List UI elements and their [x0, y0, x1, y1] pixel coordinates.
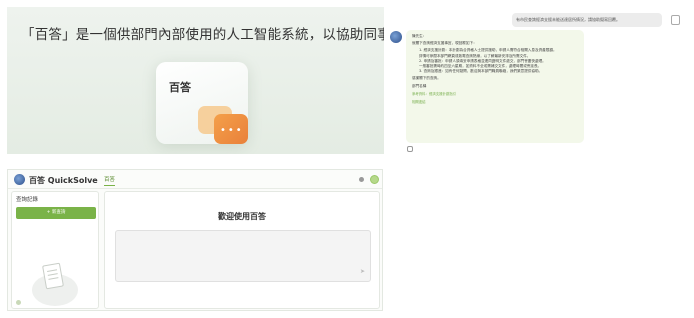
app-logo [14, 174, 25, 185]
related-link[interactable]: 相關連結 [412, 100, 578, 105]
sidebar-footer-icon[interactable] [16, 300, 21, 305]
doc-line [47, 273, 58, 276]
send-icon[interactable]: ➤ [360, 268, 365, 275]
bot-signoff: 部門名稱 [412, 83, 427, 88]
bot-greeting: 陳先生： [412, 34, 427, 38]
user-message-row: 有市民查詢經濟支援未能送達居所情況，請協助擬寫回覆。 [512, 13, 680, 27]
document-icon [42, 262, 64, 290]
tab-baida[interactable]: 百答 [104, 175, 116, 186]
bot-point: 3. 查詢及跟進：如有任何疑問，歡迎與本部門職員聯絡，我們樂意提供協助。 [419, 69, 543, 74]
header-divider [8, 188, 382, 189]
app-title: 百答 QuickSolve [29, 176, 98, 185]
doc-line [48, 277, 59, 280]
chat-transcript: 有市民查詢經濟支援未能送達居所情況，請協助擬寫回覆。 陳先生： 就閣下查詢經濟支… [388, 7, 688, 155]
user-message: 有市民查詢經濟支援未能送達居所情況，請協助擬寫回覆。 [512, 13, 662, 27]
chat-bubble-icon: ••• [214, 114, 248, 144]
bot-reply: 陳先生： 就閣下查詢經濟支援事宜，現回覆如下： 1. 經濟支援計劃：本計劃為合資… [406, 30, 584, 143]
settings-icon[interactable] [359, 177, 364, 182]
bot-avatar [390, 31, 402, 43]
bot-closing: 感謝閣下的查詢。 [412, 76, 441, 81]
hero-banner: 「百答」是一個供部門內部使用的人工智能系統，以協助同事回覆書面公眾查詢。 百答 … [7, 7, 384, 154]
hero-card: 百答 ••• [156, 62, 248, 144]
help-icon[interactable] [370, 175, 379, 184]
hero-card-title: 百答 [169, 81, 191, 94]
history-label: 查詢記錄 [16, 197, 39, 203]
reference-link[interactable]: 參考資料：經濟支援計劃指引 [412, 92, 578, 97]
bot-point: 1. 經濟支援計劃：本計劃為合資格人士提供援助，申請人需符合相關入息及資產限額。 [419, 48, 557, 53]
bot-intro: 就閣下查詢經濟支援事宜，現回覆如下： [412, 41, 477, 46]
new-query-button[interactable]: + 新查詢 [16, 207, 96, 219]
document-illustration [32, 262, 78, 306]
main-panel: 歡迎使用百答 ➤ [104, 191, 380, 309]
query-input[interactable]: ➤ [115, 230, 371, 282]
bubble-dots: ••• [220, 125, 244, 136]
user-avatar-icon [671, 15, 680, 25]
sidebar: 查詢記錄 + 新查詢 [11, 191, 99, 309]
app-window: 百答 QuickSolve 百答 查詢記錄 + 新查詢 歡迎使用百答 ➤ [7, 169, 383, 311]
copy-icon[interactable] [407, 146, 413, 152]
hero-headline: 「百答」是一個供部門內部使用的人工智能系統，以協助同事回覆書面公眾查詢。 [21, 27, 384, 43]
welcome-heading: 歡迎使用百答 [218, 212, 266, 221]
doc-line [47, 269, 58, 272]
